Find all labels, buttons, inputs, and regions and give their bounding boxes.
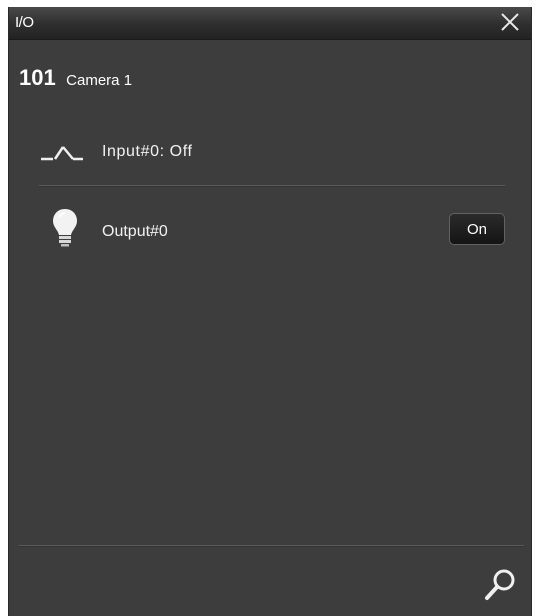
input-label: Input#0: Off bbox=[102, 143, 193, 160]
io-window: I/O 101 Camera 1 Input#0: Off Output#0 O… bbox=[8, 7, 532, 616]
search-button[interactable] bbox=[483, 566, 519, 602]
divider bbox=[39, 185, 505, 187]
close-button[interactable] bbox=[497, 9, 523, 35]
output-toggle-button[interactable]: On bbox=[449, 213, 505, 245]
camera-number: 101 bbox=[19, 65, 56, 90]
title-bar: I/O bbox=[9, 7, 531, 40]
output-row: Output#0 On bbox=[39, 203, 505, 253]
footer-divider bbox=[19, 545, 524, 547]
window-title: I/O bbox=[15, 14, 34, 31]
input-switch-icon bbox=[39, 141, 87, 168]
lightbulb-icon bbox=[51, 207, 79, 254]
search-icon bbox=[485, 569, 515, 600]
output-label: Output#0 bbox=[102, 223, 168, 240]
camera-name: Camera 1 bbox=[66, 72, 133, 89]
camera-header: 101 Camera 1 bbox=[19, 65, 132, 91]
input-row: Input#0: Off bbox=[39, 127, 505, 177]
close-icon bbox=[501, 13, 519, 31]
